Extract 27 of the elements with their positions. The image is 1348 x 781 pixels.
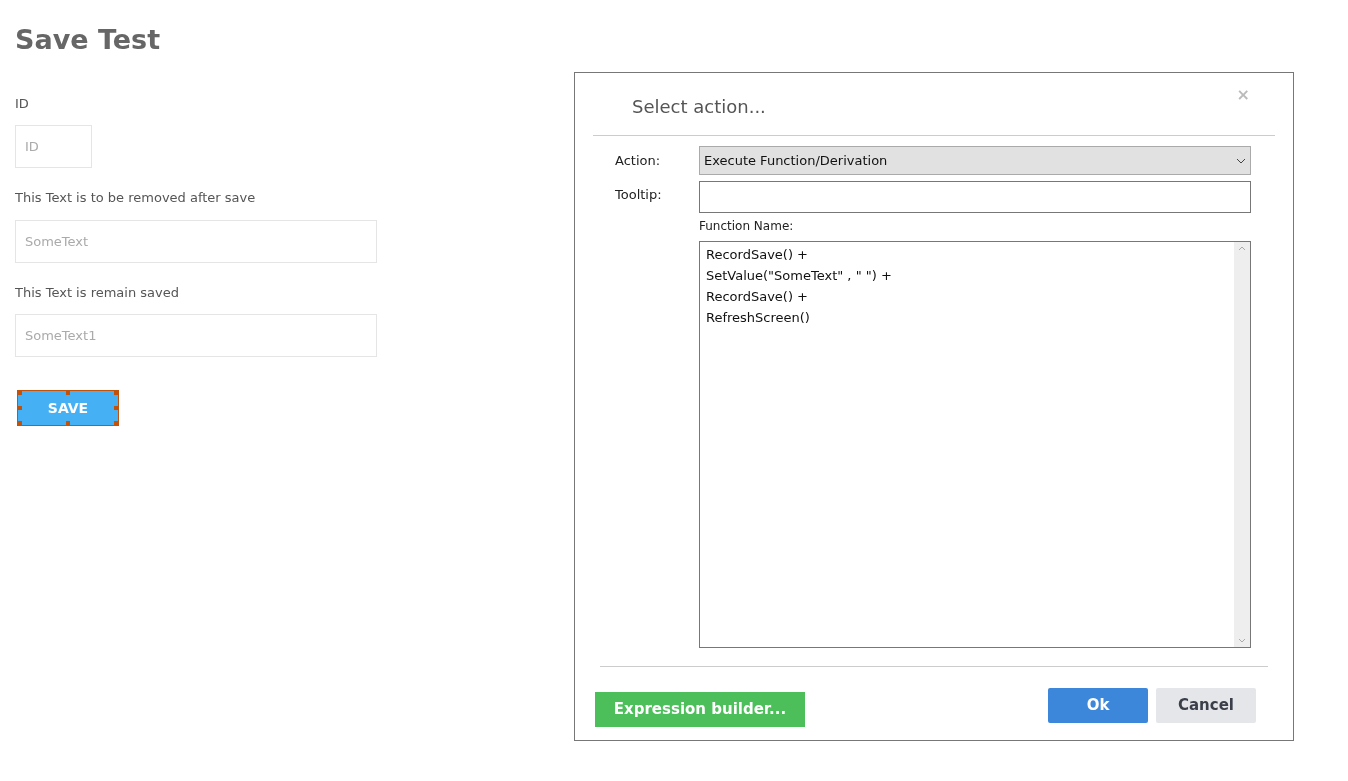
code-line: RecordSave() + [706, 246, 808, 264]
scrollbar[interactable] [1234, 242, 1250, 647]
ok-button[interactable]: Ok [1048, 688, 1148, 723]
close-button[interactable]: × [1236, 87, 1250, 103]
tooltip-field[interactable] [699, 181, 1251, 213]
action-label: Action: [615, 151, 662, 170]
field-label: This Text is remain saved [15, 283, 179, 302]
text-field[interactable]: SomeText1 [15, 314, 377, 357]
code-line: RefreshScreen() [706, 309, 810, 327]
arrow-up-icon [1238, 246, 1246, 251]
expression-builder-button[interactable]: Expression builder... [595, 692, 805, 727]
action-dropdown[interactable]: Execute Function/Derivation [699, 146, 1251, 175]
text-field[interactable]: ID [15, 125, 92, 168]
cancel-button[interactable]: Cancel [1156, 688, 1256, 723]
text-field[interactable]: SomeText [15, 219, 377, 263]
function-textarea[interactable]: RecordSave() + SetValue("SomeText" , " ") + RecordSave() + RefreshScreen() [699, 241, 1251, 648]
code-line: SetValue("SomeText" , " ") + [706, 267, 892, 285]
field-label: This Text is to be removed after save [15, 189, 256, 207]
arrow-down-icon [1238, 638, 1246, 643]
function-name-label: Function Name: [699, 218, 794, 235]
dialog-title: Select action... [632, 95, 766, 119]
page-title: Save Test [15, 23, 161, 57]
save-button[interactable]: SAVE [18, 391, 118, 425]
chevron-down-icon [1236, 157, 1246, 164]
tooltip-label: Tooltip: [615, 186, 663, 204]
code-line: RecordSave() + [706, 288, 808, 306]
field-label: ID [15, 94, 29, 113]
